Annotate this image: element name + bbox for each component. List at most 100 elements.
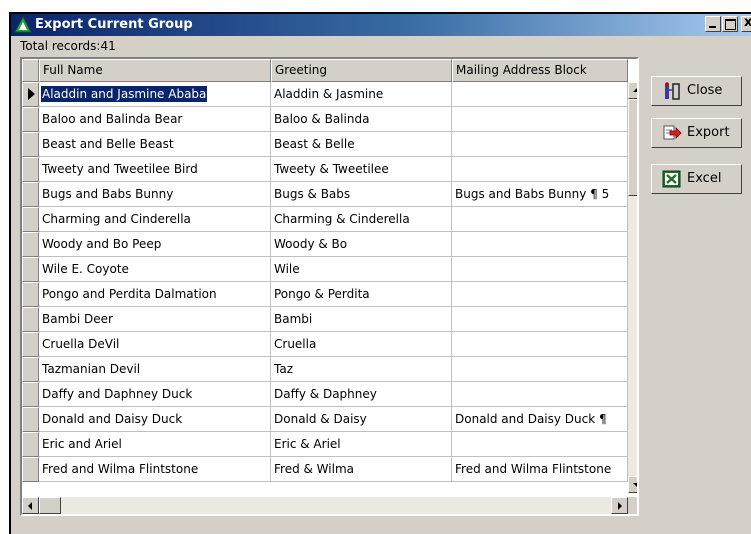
cell-mailing-address[interactable] [452, 82, 628, 107]
cell-mailing-address[interactable] [452, 282, 628, 307]
cell-greeting[interactable]: Donald & Daisy [271, 407, 452, 432]
cell-full-name[interactable]: Tweety and Tweetilee Bird [39, 157, 271, 182]
cell-full-name[interactable]: Pongo and Perdita Dalmation [39, 282, 271, 307]
close-button[interactable]: Close [651, 76, 742, 106]
cell-greeting[interactable]: Bugs & Babs [271, 182, 452, 207]
cell-full-name[interactable]: Charming and Cinderella [39, 207, 271, 232]
scroll-down-button[interactable] [628, 476, 637, 493]
scroll-left-button[interactable] [22, 497, 39, 514]
excel-button[interactable]: Excel [651, 164, 742, 194]
table-row[interactable]: Baloo and Balinda Bear Baloo & Balinda [22, 107, 628, 132]
row-selector[interactable] [22, 307, 39, 332]
table-row[interactable]: Cruella DeVil Cruella [22, 332, 628, 357]
cell-mailing-address[interactable] [452, 307, 628, 332]
cell-greeting[interactable]: Eric & Ariel [271, 432, 452, 457]
cell-full-name[interactable]: Bugs and Babs Bunny [39, 182, 271, 207]
row-selector[interactable] [22, 357, 39, 382]
cell-full-name[interactable]: Bambi Deer [39, 307, 271, 332]
cell-mailing-address[interactable] [452, 382, 628, 407]
table-row[interactable]: Aladdin and Jasmine Ababa Aladdin & Jasmi… [22, 82, 628, 107]
row-selector[interactable] [22, 457, 39, 482]
row-selector[interactable] [22, 332, 39, 357]
cell-full-name[interactable]: Donald and Daisy Duck [39, 407, 271, 432]
cell-mailing-address[interactable] [452, 232, 628, 257]
cell-full-name[interactable]: Fred and Wilma Flintstone [39, 457, 271, 482]
cell-mailing-address[interactable]: Fred and Wilma Flintstone [452, 457, 628, 482]
cell-full-name[interactable]: Daffy and Daphney Duck [39, 382, 271, 407]
table-row[interactable]: Tazmanian Devil Taz [22, 357, 628, 382]
cell-full-name[interactable]: Woody and Bo Peep [39, 232, 271, 257]
cell-mailing-address[interactable]: Donald and Daisy Duck ¶ [452, 407, 628, 432]
row-selector[interactable] [22, 257, 39, 282]
cell-greeting[interactable]: Charming & Cinderella [271, 207, 452, 232]
vertical-scrollbar[interactable] [628, 82, 637, 493]
records-grid[interactable]: Full Name Greeting Mailing Address Block… [20, 57, 639, 516]
table-row[interactable]: Eric and Ariel Eric & Ariel [22, 432, 628, 457]
title-bar[interactable]: Export Current Group x [11, 14, 751, 36]
table-row[interactable]: Wile E. Coyote Wile [22, 257, 628, 282]
cell-mailing-address[interactable] [452, 132, 628, 157]
column-header-mailing-address[interactable]: Mailing Address Block [452, 59, 628, 82]
table-row[interactable]: Bugs and Babs Bunny Bugs & Babs Bugs and B… [22, 182, 628, 207]
cell-full-name[interactable]: Cruella DeVil [39, 332, 271, 357]
cell-full-name[interactable]: Tazmanian Devil [39, 357, 271, 382]
cell-mailing-address[interactable] [452, 157, 628, 182]
horizontal-scrollbar[interactable] [22, 497, 628, 514]
table-row[interactable]: Beast and Belle Beast Beast & Belle [22, 132, 628, 157]
cell-full-name[interactable]: Aladdin and Jasmine Ababa [39, 82, 271, 107]
row-selector[interactable] [22, 407, 39, 432]
table-row[interactable]: Donald and Daisy Duck Donald & Daisy Donal… [22, 407, 628, 432]
row-selector[interactable] [22, 382, 39, 407]
column-header-greeting[interactable]: Greeting [271, 59, 452, 82]
row-selector[interactable] [22, 232, 39, 257]
row-selector[interactable] [22, 157, 39, 182]
close-button-label: Close [687, 83, 723, 98]
minimize-button[interactable] [705, 16, 721, 32]
cell-greeting[interactable]: Cruella [271, 332, 452, 357]
cell-mailing-address[interactable]: Bugs and Babs Bunny ¶ 5 [452, 182, 628, 207]
cell-greeting[interactable]: Wile [271, 257, 452, 282]
vertical-scroll-thumb[interactable] [628, 99, 637, 196]
table-row[interactable]: Bambi Deer Bambi [22, 307, 628, 332]
cell-greeting[interactable]: Baloo & Balinda [271, 107, 452, 132]
row-selector[interactable] [22, 282, 39, 307]
cell-full-name[interactable]: Wile E. Coyote [39, 257, 271, 282]
cell-mailing-address[interactable] [452, 332, 628, 357]
horizontal-scroll-thumb[interactable] [39, 497, 61, 514]
table-row[interactable]: Daffy and Daphney Duck Daffy & Daphney [22, 382, 628, 407]
row-selector[interactable] [22, 182, 39, 207]
cell-greeting[interactable]: Bambi [271, 307, 452, 332]
table-row[interactable]: Charming and Cinderella Charming & Cinder… [22, 207, 628, 232]
cell-greeting[interactable]: Pongo & Perdita [271, 282, 452, 307]
scroll-right-button[interactable] [611, 497, 628, 514]
scroll-up-button[interactable] [628, 82, 637, 99]
cell-greeting[interactable]: Woody & Bo [271, 232, 452, 257]
cell-mailing-address[interactable] [452, 207, 628, 232]
window-close-button[interactable]: x [741, 15, 751, 32]
cell-mailing-address[interactable] [452, 257, 628, 282]
row-selector[interactable] [22, 82, 39, 107]
cell-mailing-address[interactable] [452, 107, 628, 132]
table-row[interactable]: Tweety and Tweetilee Bird Tweety & Tweeti… [22, 157, 628, 182]
cell-greeting[interactable]: Daffy & Daphney [271, 382, 452, 407]
cell-greeting[interactable]: Tweety & Tweetilee [271, 157, 452, 182]
table-row[interactable]: Fred and Wilma Flintstone Fred & Wilma Fre… [22, 457, 628, 482]
cell-full-name[interactable]: Baloo and Balinda Bear [39, 107, 271, 132]
row-selector[interactable] [22, 107, 39, 132]
cell-greeting[interactable]: Taz [271, 357, 452, 382]
cell-greeting[interactable]: Fred & Wilma [271, 457, 452, 482]
cell-mailing-address[interactable] [452, 357, 628, 382]
cell-greeting[interactable]: Beast & Belle [271, 132, 452, 157]
row-selector[interactable] [22, 207, 39, 232]
cell-full-name[interactable]: Beast and Belle Beast [39, 132, 271, 157]
table-row[interactable]: Woody and Bo Peep Woody & Bo [22, 232, 628, 257]
row-selector[interactable] [22, 132, 39, 157]
export-button[interactable]: Export [651, 118, 742, 148]
cell-greeting[interactable]: Aladdin & Jasmine [271, 82, 452, 107]
row-selector[interactable] [22, 432, 39, 457]
table-row[interactable]: Pongo and Perdita Dalmation Pongo & Perdi… [22, 282, 628, 307]
cell-full-name[interactable]: Eric and Ariel [39, 432, 271, 457]
column-header-full-name[interactable]: Full Name [39, 59, 271, 82]
cell-mailing-address[interactable] [452, 432, 628, 457]
maximize-button[interactable] [722, 16, 738, 32]
